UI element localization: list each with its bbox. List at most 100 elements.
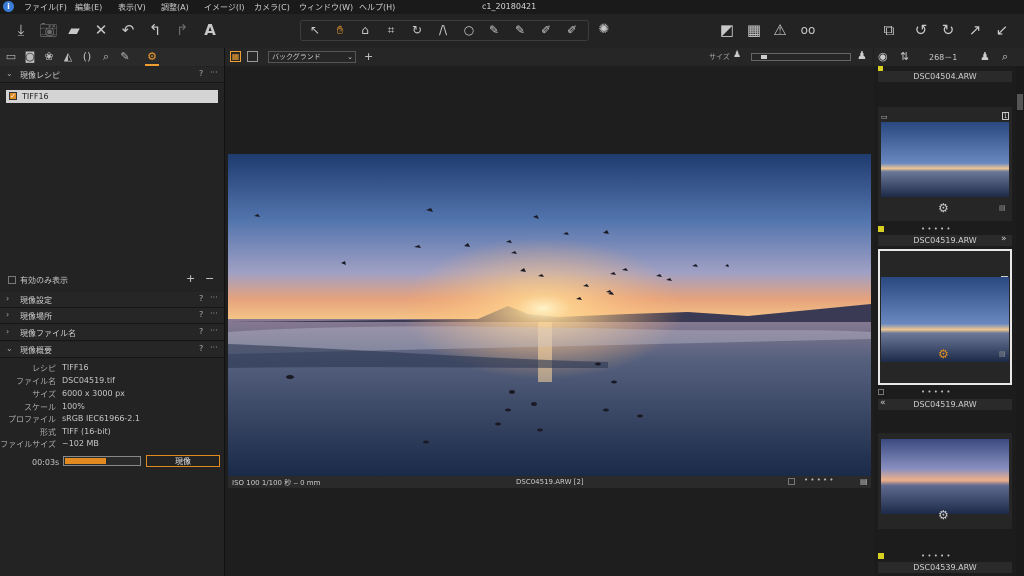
help-icon[interactable]: ? [199,344,203,353]
capture-tab-icon[interactable]: ◙ [23,50,37,64]
gradient-brush-icon[interactable]: ✐ [564,22,580,38]
help-icon[interactable]: ? [199,69,203,78]
adjust-tab-icon[interactable]: ✎ [118,50,132,64]
rating-dots[interactable]: • • • • • [921,388,951,396]
menu-file[interactable]: ファイル(F) [24,2,67,13]
loupe-sun-icon[interactable]: ✺ [595,21,613,39]
rotate-left-icon[interactable]: ↺ [912,21,930,39]
size-slider[interactable] [751,53,851,61]
eraser-brush-icon[interactable]: ✎ [512,22,528,38]
more-icon[interactable]: ··· [210,326,218,335]
thumbnail-card[interactable]: ▭ 1 ⚙ ▤ [878,107,1012,221]
more-icon[interactable]: ··· [210,309,218,318]
recipe-list-item[interactable]: ✓ TIFF16 [6,90,218,103]
warning-icon[interactable]: ⚠ [771,21,789,39]
app-icon[interactable]: i [3,1,14,12]
add-view-icon[interactable]: + [364,50,373,63]
import-icon[interactable]: ⤓ [12,21,30,39]
delete-icon[interactable]: ✕ [92,21,110,39]
process-location-header[interactable]: › 現像場所 ? ··· [0,308,224,324]
lens-tab-icon[interactable]: () [80,50,94,64]
thumb-filename[interactable]: DSC04504.ARW [878,71,1012,82]
color-tab-icon[interactable]: ❀ [42,50,56,64]
fill-brush-icon[interactable]: ✐ [538,22,554,38]
help-icon[interactable]: ? [199,327,203,336]
rotate-icon[interactable]: ↻ [409,22,425,38]
main-photo[interactable] [228,154,871,476]
process-settings-header[interactable]: › 現像設定 ? ··· [0,292,224,308]
thumbnail-card[interactable]: ⚙ [878,433,1012,529]
menu-help[interactable]: ヘルプ(H) [359,2,395,13]
eye-icon[interactable]: ◉ [878,50,888,63]
process-summary-header[interactable]: ⌄ 現像概要 ? ··· [0,342,224,358]
text-tool-icon[interactable]: A [201,21,219,39]
redo-icon[interactable]: ↱ [173,21,191,39]
tool-tabs: ▭ ◙ ❀ ◭ () ⌕ ✎ ⚙ [0,48,224,66]
details-tab-icon[interactable]: ⌕ [99,50,113,64]
brush-icon[interactable]: ✎ [486,22,502,38]
copy-adjust-icon[interactable]: ↗ [966,21,984,39]
process-button[interactable]: 現像 [146,455,220,467]
help-icon[interactable]: ? [199,310,203,319]
color-tag-box[interactable] [788,478,795,485]
sort-icon[interactable]: ⇅ [900,50,909,63]
more-icon[interactable]: ··· [210,293,218,302]
grid-icon[interactable]: ▦ [745,21,763,39]
metadata-icon[interactable]: ▤ [860,477,868,486]
enabled-only-label: 有効のみ表示 [20,276,68,285]
folder-icon[interactable]: ▰ [65,21,83,39]
scrollbar-thumb[interactable] [1017,94,1023,110]
library-tab-icon[interactable]: ▭ [4,50,18,64]
pan-hand-icon[interactable]: ✋︎ [332,22,348,38]
help-icon[interactable]: ? [199,294,203,303]
single-view-icon[interactable] [247,51,258,62]
select-cursor-icon[interactable]: ↖ [307,22,323,38]
color-tag-box[interactable] [878,389,884,395]
recipe-checkbox[interactable]: ✓ [9,92,17,100]
more-icon[interactable]: ··· [210,68,218,77]
menu-adjust[interactable]: 調整(A) [161,2,189,13]
thumb-filename[interactable]: DSC04519.ARW [878,235,1012,246]
browser-scrollbar[interactable] [1016,66,1024,576]
chevron-right-icon[interactable]: » [1001,234,1007,244]
undo-icon[interactable]: ↶ [119,21,137,39]
apply-adjust-icon[interactable]: ↙ [993,21,1011,39]
recipe-section-header[interactable]: ⌄ 現像レシピ ? ··· [0,67,224,83]
remove-recipe-button[interactable]: − [205,272,214,285]
rating-dots[interactable]: • • • • • [921,552,951,560]
thumb-filename[interactable]: DSC04519.ARW [878,399,1012,410]
menu-view[interactable]: 表示(V) [118,2,146,13]
person-icon[interactable]: ♟ [980,50,990,63]
menu-edit[interactable]: 編集(E) [75,2,102,13]
search-icon[interactable]: ⌕ [1002,50,1008,64]
keystone-icon[interactable]: /\ [435,22,451,38]
before-after-icon[interactable]: ◩ [718,21,736,39]
more-icon[interactable]: ··· [210,343,218,352]
spot-circle-icon[interactable]: ○ [461,22,477,38]
stamp-icon[interactable]: ⌂ [357,22,373,38]
rating-dots[interactable]: • • • • • [921,225,951,233]
glasses-icon[interactable]: oo [797,21,819,39]
enabled-only-checkbox[interactable] [8,276,16,284]
multi-view-icon[interactable]: ▦ [230,51,241,62]
thumb-filename[interactable]: DSC04539.ARW [878,562,1012,573]
crop-icon[interactable]: ⌗ [383,22,399,38]
menu-camera[interactable]: カメラ(C) [254,2,290,13]
menu-window[interactable]: ウィンドウ(W) [299,2,353,13]
rotate-right-icon[interactable]: ↻ [939,21,957,39]
color-tag-yellow[interactable] [878,553,884,559]
menu-image[interactable]: イメージ(I) [204,2,244,13]
exposure-tab-icon[interactable]: ◭ [61,50,75,64]
output-tab-icon[interactable]: ⚙ [145,50,159,66]
process-filename-header[interactable]: › 現像ファイル名 ? ··· [0,325,224,341]
chevron-left-icon[interactable]: « [880,398,886,408]
thumbnail-card-selected[interactable]: 2 ⚙ ▤ [878,249,1012,385]
background-select[interactable]: バックグランド ⌄ [268,51,356,63]
copy-apply-icon[interactable]: ⧉ [880,21,898,39]
size-slider-knob[interactable] [761,55,767,59]
camera-icon[interactable]: 📷︎ [39,21,58,39]
undo-step-icon[interactable]: ↰ [146,21,164,39]
color-tag-yellow[interactable] [878,226,884,232]
rating-dots[interactable]: • • • • • [804,476,834,484]
add-recipe-button[interactable]: + [186,272,195,285]
